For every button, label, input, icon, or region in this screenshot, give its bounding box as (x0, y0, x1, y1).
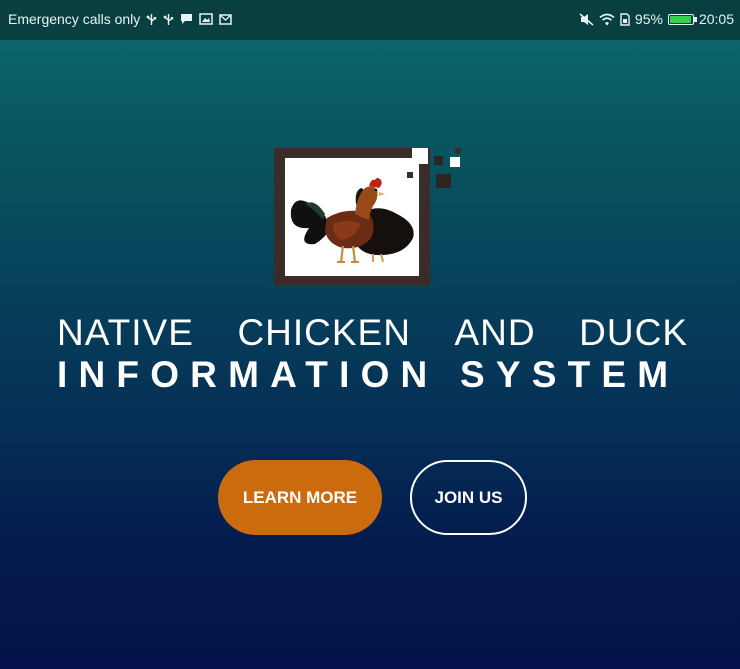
title-word: NATIVE (57, 312, 194, 353)
clock: 20:05 (698, 11, 734, 27)
battery-level-fill (669, 15, 691, 23)
logo-picture-area (285, 158, 419, 276)
app-title-line1: NATIVE CHICKEN AND DUCK (57, 313, 688, 353)
battery-tip (693, 16, 697, 22)
rooster-and-duck-icon (290, 178, 414, 263)
sim-icon (620, 12, 630, 26)
title-word: CHICKEN (237, 312, 411, 353)
carrier-text: Emergency calls only (8, 11, 141, 27)
message-icon (180, 13, 193, 25)
logo-pixel-square (436, 174, 451, 188)
splash-screen: Emergency calls only 95% 20:05 NATIVE CH… (0, 0, 740, 669)
image-icon (199, 13, 214, 25)
logo-pixel-square (450, 157, 460, 167)
logo-pixel-square (434, 156, 443, 165)
logo-pixel-square (455, 148, 461, 154)
app-title-line2: INFORMATION SYSTEM (57, 354, 680, 395)
battery-icon (667, 13, 697, 25)
wifi-icon (599, 13, 615, 26)
status-bar-right: 95% 20:05 (579, 11, 734, 27)
app-logo (272, 146, 472, 292)
logo-pixel-square (412, 148, 428, 164)
usb-icon (163, 13, 174, 26)
title-word: AND (454, 312, 536, 353)
title-word: DUCK (579, 312, 688, 353)
mute-icon (579, 12, 594, 26)
mail-icon (219, 13, 233, 25)
status-bar: Emergency calls only 95% 20:05 (0, 0, 740, 40)
learn-more-button[interactable]: LEARN MORE (218, 460, 382, 535)
logo-pixel-square (407, 172, 413, 178)
join-us-button[interactable]: JOIN US (410, 460, 527, 535)
status-bar-left: Emergency calls only (8, 11, 233, 27)
battery-percent: 95% (634, 11, 663, 27)
usb-icon (146, 13, 157, 26)
